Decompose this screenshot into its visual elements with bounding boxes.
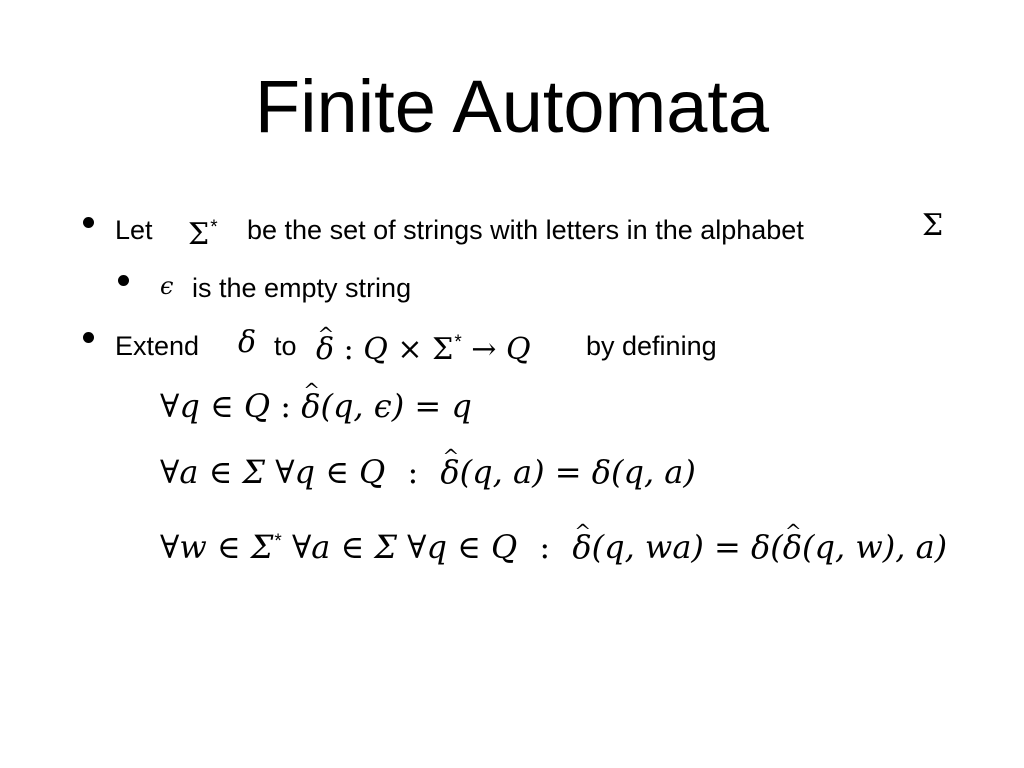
delta-hat: δ — [316, 334, 334, 366]
delta-hat: δ — [440, 452, 459, 492]
bullet-dot — [83, 217, 94, 228]
bullet-1-sigma-star: Σ* — [188, 212, 218, 251]
equation-single-letter: ∀a ∈ Σ ∀q ∈ Q : δ(q, a) = δ(q, a) — [160, 452, 696, 492]
delta-symbol: δ — [238, 325, 257, 360]
delta-hat: δ — [783, 527, 802, 567]
bullet-3-to: to — [274, 331, 297, 361]
epsilon-symbol: ϵ — [160, 272, 174, 300]
delta-hat-signature: δ : Q × Σ* → Q — [316, 327, 531, 366]
kleene-star: * — [210, 217, 218, 238]
sub-bullet-dot — [118, 275, 129, 286]
bullet-1-alphabet-sigma: Σ — [922, 208, 944, 243]
equation-inductive-case: ∀w ∈ Σ* ∀a ∈ Σ ∀q ∈ Q : δ(q, wa) = δ(δ(q… — [160, 522, 947, 567]
delta-hat: δ — [301, 386, 320, 426]
bullet-3-prefix: Extend — [115, 331, 200, 361]
bullet-dot — [83, 332, 94, 343]
sigma-symbol: Σ — [188, 217, 210, 252]
bullet-1-text: be the set of strings with letters in th… — [247, 215, 804, 245]
delta-hat: δ — [572, 527, 591, 567]
bullet-2-text: is the empty string — [192, 273, 412, 303]
slide-title: Finite Automata — [254, 65, 770, 148]
bullet-3-suffix: by defining — [586, 331, 717, 361]
equation-base-case: ∀q ∈ Q : δ(q, ϵ) = q — [160, 386, 472, 426]
bullet-1-prefix: Let — [115, 215, 153, 245]
